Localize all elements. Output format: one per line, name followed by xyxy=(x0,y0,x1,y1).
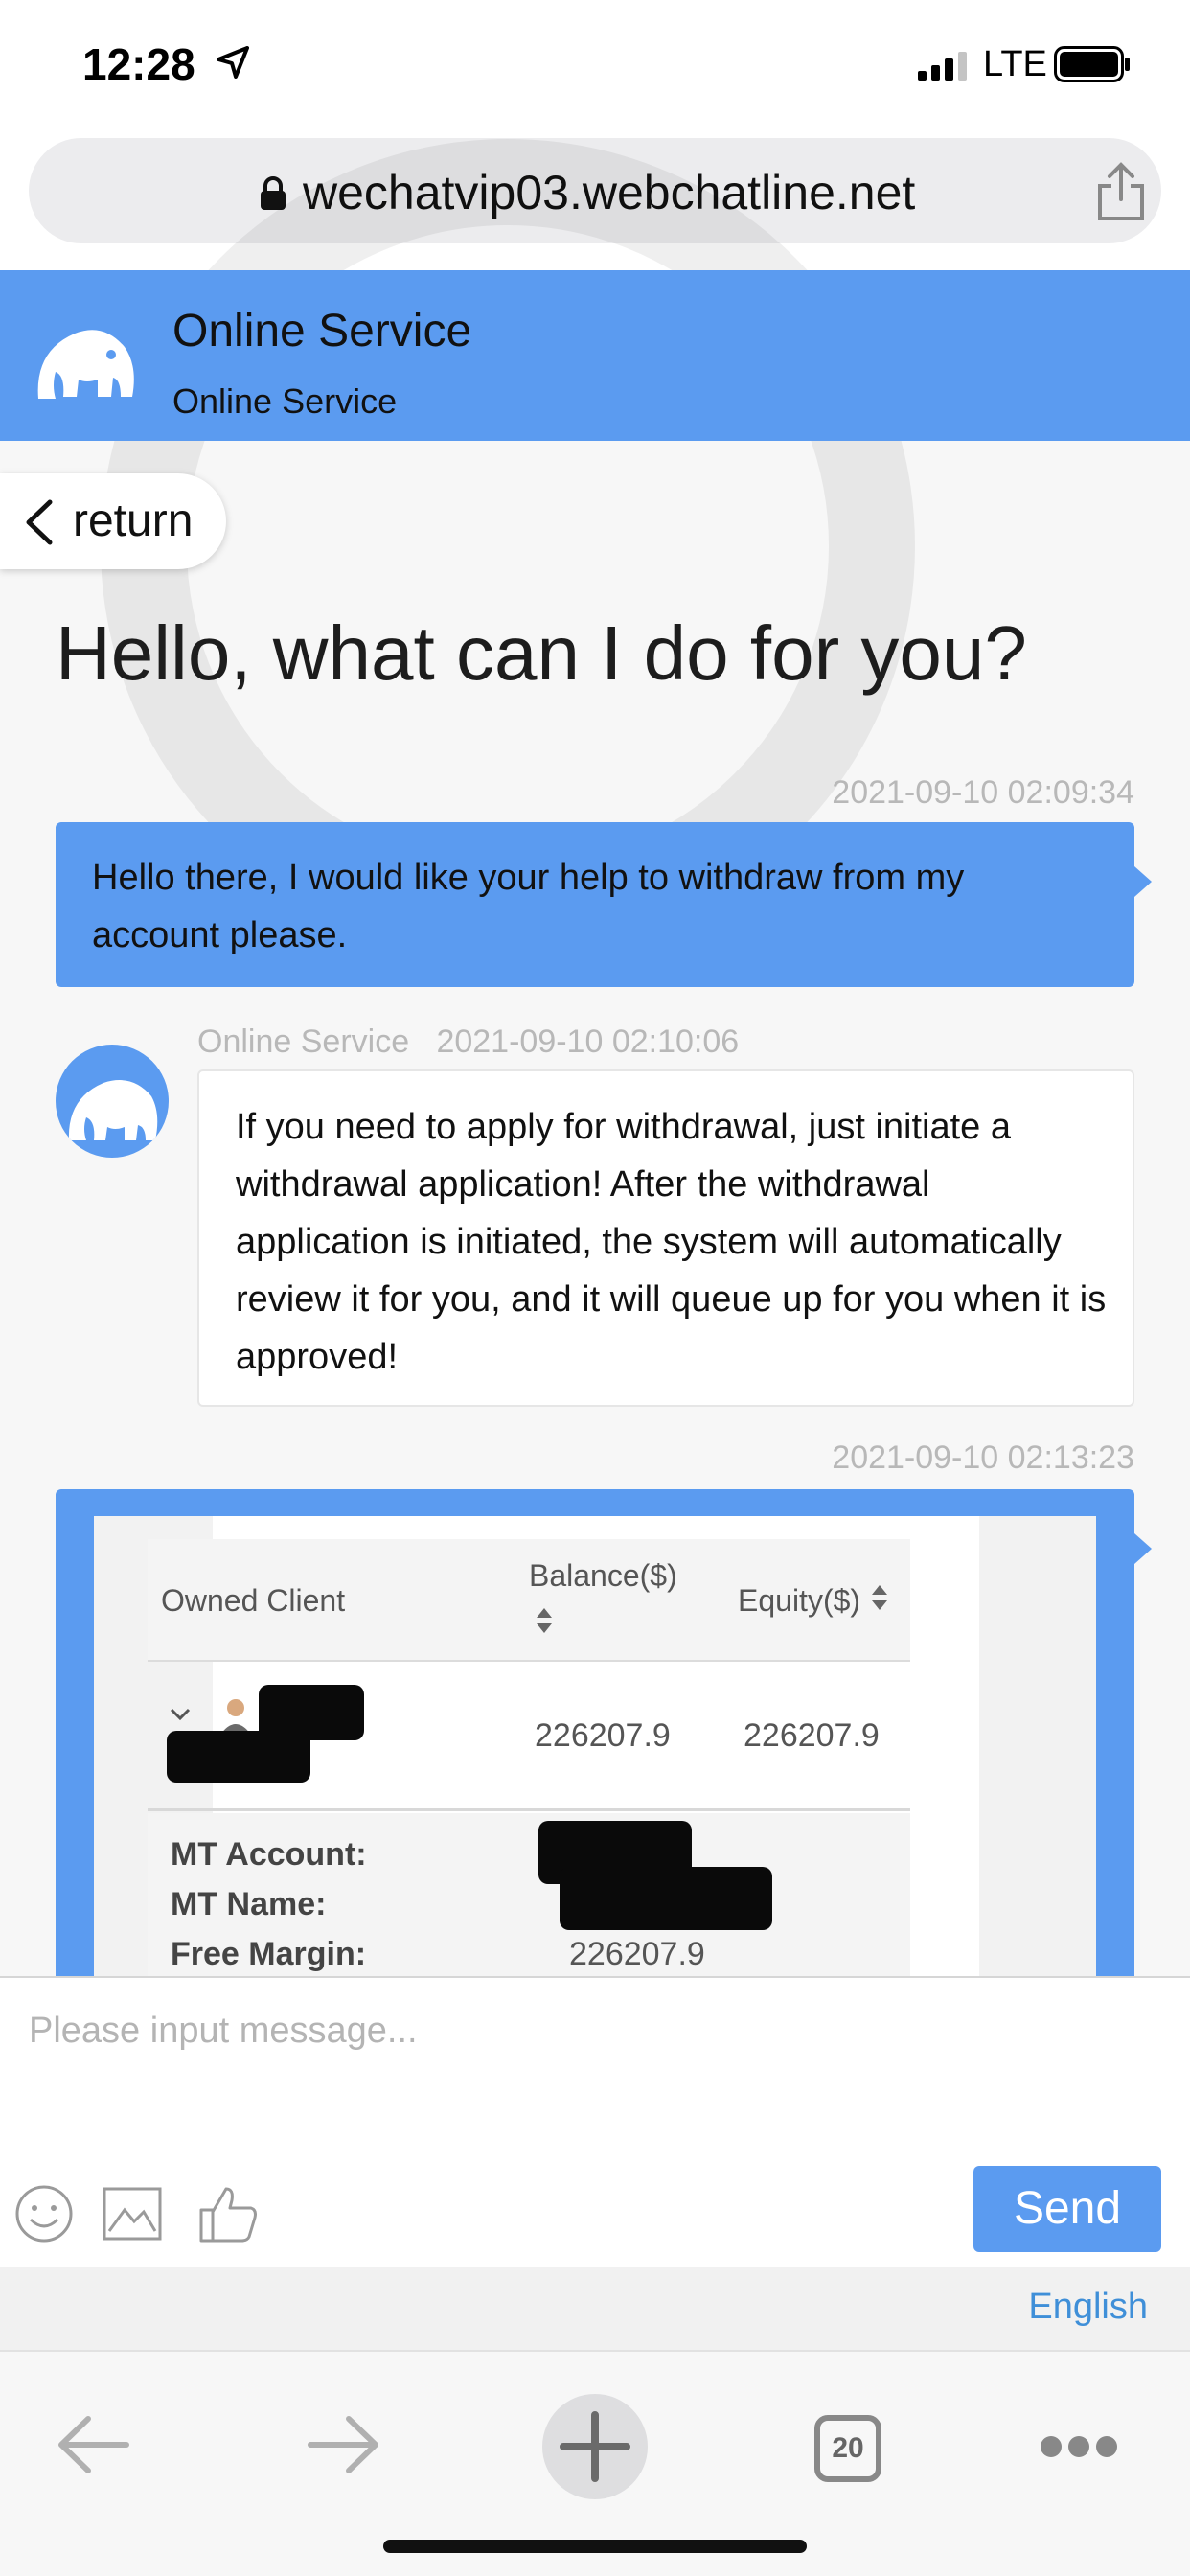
message-timestamp: 2021-09-10 02:10:06 xyxy=(436,1024,740,1060)
return-button[interactable]: return xyxy=(0,473,226,569)
message-timestamp: 2021-09-10 02:09:34 xyxy=(832,774,1134,811)
bubble-tail xyxy=(1134,866,1152,897)
message-input[interactable]: Please input message... xyxy=(29,2011,418,2052)
service-header: Online Service Online Service xyxy=(0,270,1190,441)
agent-avatar xyxy=(56,1045,169,1158)
image-icon[interactable] xyxy=(102,2183,163,2244)
emoji-icon[interactable] xyxy=(13,2183,75,2244)
account-details: MT Account: MT Name: Free Margin: 226207… xyxy=(148,1813,910,1995)
incoming-message-bubble: If you need to apply for withdrawal, jus… xyxy=(197,1070,1134,1407)
column-header: Equity($) xyxy=(738,1583,861,1618)
elephant-logo-icon xyxy=(37,330,134,399)
sort-icon xyxy=(537,1608,552,1633)
service-subtitle: Online Service xyxy=(172,381,398,421)
status-time: 12:28 xyxy=(82,39,195,89)
outgoing-message-bubble: Hello there, I would like your help to w… xyxy=(56,822,1152,987)
browser-toolbar: 20 xyxy=(0,2350,1190,2576)
share-icon[interactable] xyxy=(1094,161,1148,222)
chevron-left-icon xyxy=(26,499,53,545)
status-bar: 12:28 LTE xyxy=(0,0,1190,134)
forward-arrow-icon[interactable] xyxy=(305,2411,381,2478)
equity-value: 226207.9 xyxy=(744,1717,880,1754)
detail-label: MT Account: xyxy=(171,1836,367,1873)
location-arrow-icon xyxy=(217,46,249,79)
message-timestamp: 2021-09-10 02:13:23 xyxy=(832,1439,1134,1476)
back-arrow-icon[interactable] xyxy=(56,2411,132,2478)
table-row: 226207.9 226207.9 xyxy=(148,1662,910,1811)
detail-label: MT Name: xyxy=(171,1886,327,1922)
chevron-down-icon xyxy=(170,1708,191,1721)
detail-label: Free Margin: xyxy=(171,1936,367,1972)
attached-screenshot: Owned Client Balance($) Equity($) 226207… xyxy=(94,1516,1096,1995)
redaction-mark xyxy=(560,1867,772,1930)
battery-icon xyxy=(1054,46,1130,82)
language-link[interactable]: English xyxy=(1028,2287,1148,2328)
greeting-heading: Hello, what can I do for you? xyxy=(56,610,1027,696)
thumbs-up-icon[interactable] xyxy=(197,2183,259,2244)
send-button[interactable]: Send xyxy=(973,2166,1161,2252)
tabs-button[interactable]: 20 xyxy=(814,2415,881,2482)
return-label: return xyxy=(73,495,194,546)
new-tab-plus-icon[interactable] xyxy=(542,2394,648,2499)
more-icon[interactable] xyxy=(1039,2434,1119,2459)
page: 12:28 LTE wechatvip03.webchatline.net On… xyxy=(0,0,1190,2576)
sort-icon xyxy=(872,1585,887,1610)
agent-meta: Online Service 2021-09-10 02:10:06 xyxy=(197,1024,739,1061)
balance-value: 226207.9 xyxy=(535,1717,671,1754)
message-text: Hello there, I would like your help to w… xyxy=(92,858,965,955)
elephant-logo-icon xyxy=(68,1080,158,1140)
signal-icon xyxy=(918,52,967,80)
language-bar: English xyxy=(0,2267,1190,2350)
service-title: Online Service xyxy=(172,306,472,356)
sender-name: Online Service xyxy=(197,1024,410,1060)
outgoing-image-bubble[interactable]: Owned Client Balance($) Equity($) 226207… xyxy=(56,1489,1152,1995)
table-header: Owned Client Balance($) Equity($) xyxy=(148,1539,910,1662)
column-header: Owned Client xyxy=(161,1583,346,1618)
network-label: LTE xyxy=(983,44,1047,84)
message-composer: Please input message... Send xyxy=(0,1976,1190,2267)
free-margin-value: 226207.9 xyxy=(569,1936,705,1972)
bubble-tail xyxy=(1134,1533,1152,1564)
message-text: If you need to apply for withdrawal, jus… xyxy=(236,1107,1107,1377)
column-header: Balance($) xyxy=(529,1558,677,1593)
redaction-mark xyxy=(167,1731,310,1782)
home-indicator xyxy=(383,2540,807,2553)
